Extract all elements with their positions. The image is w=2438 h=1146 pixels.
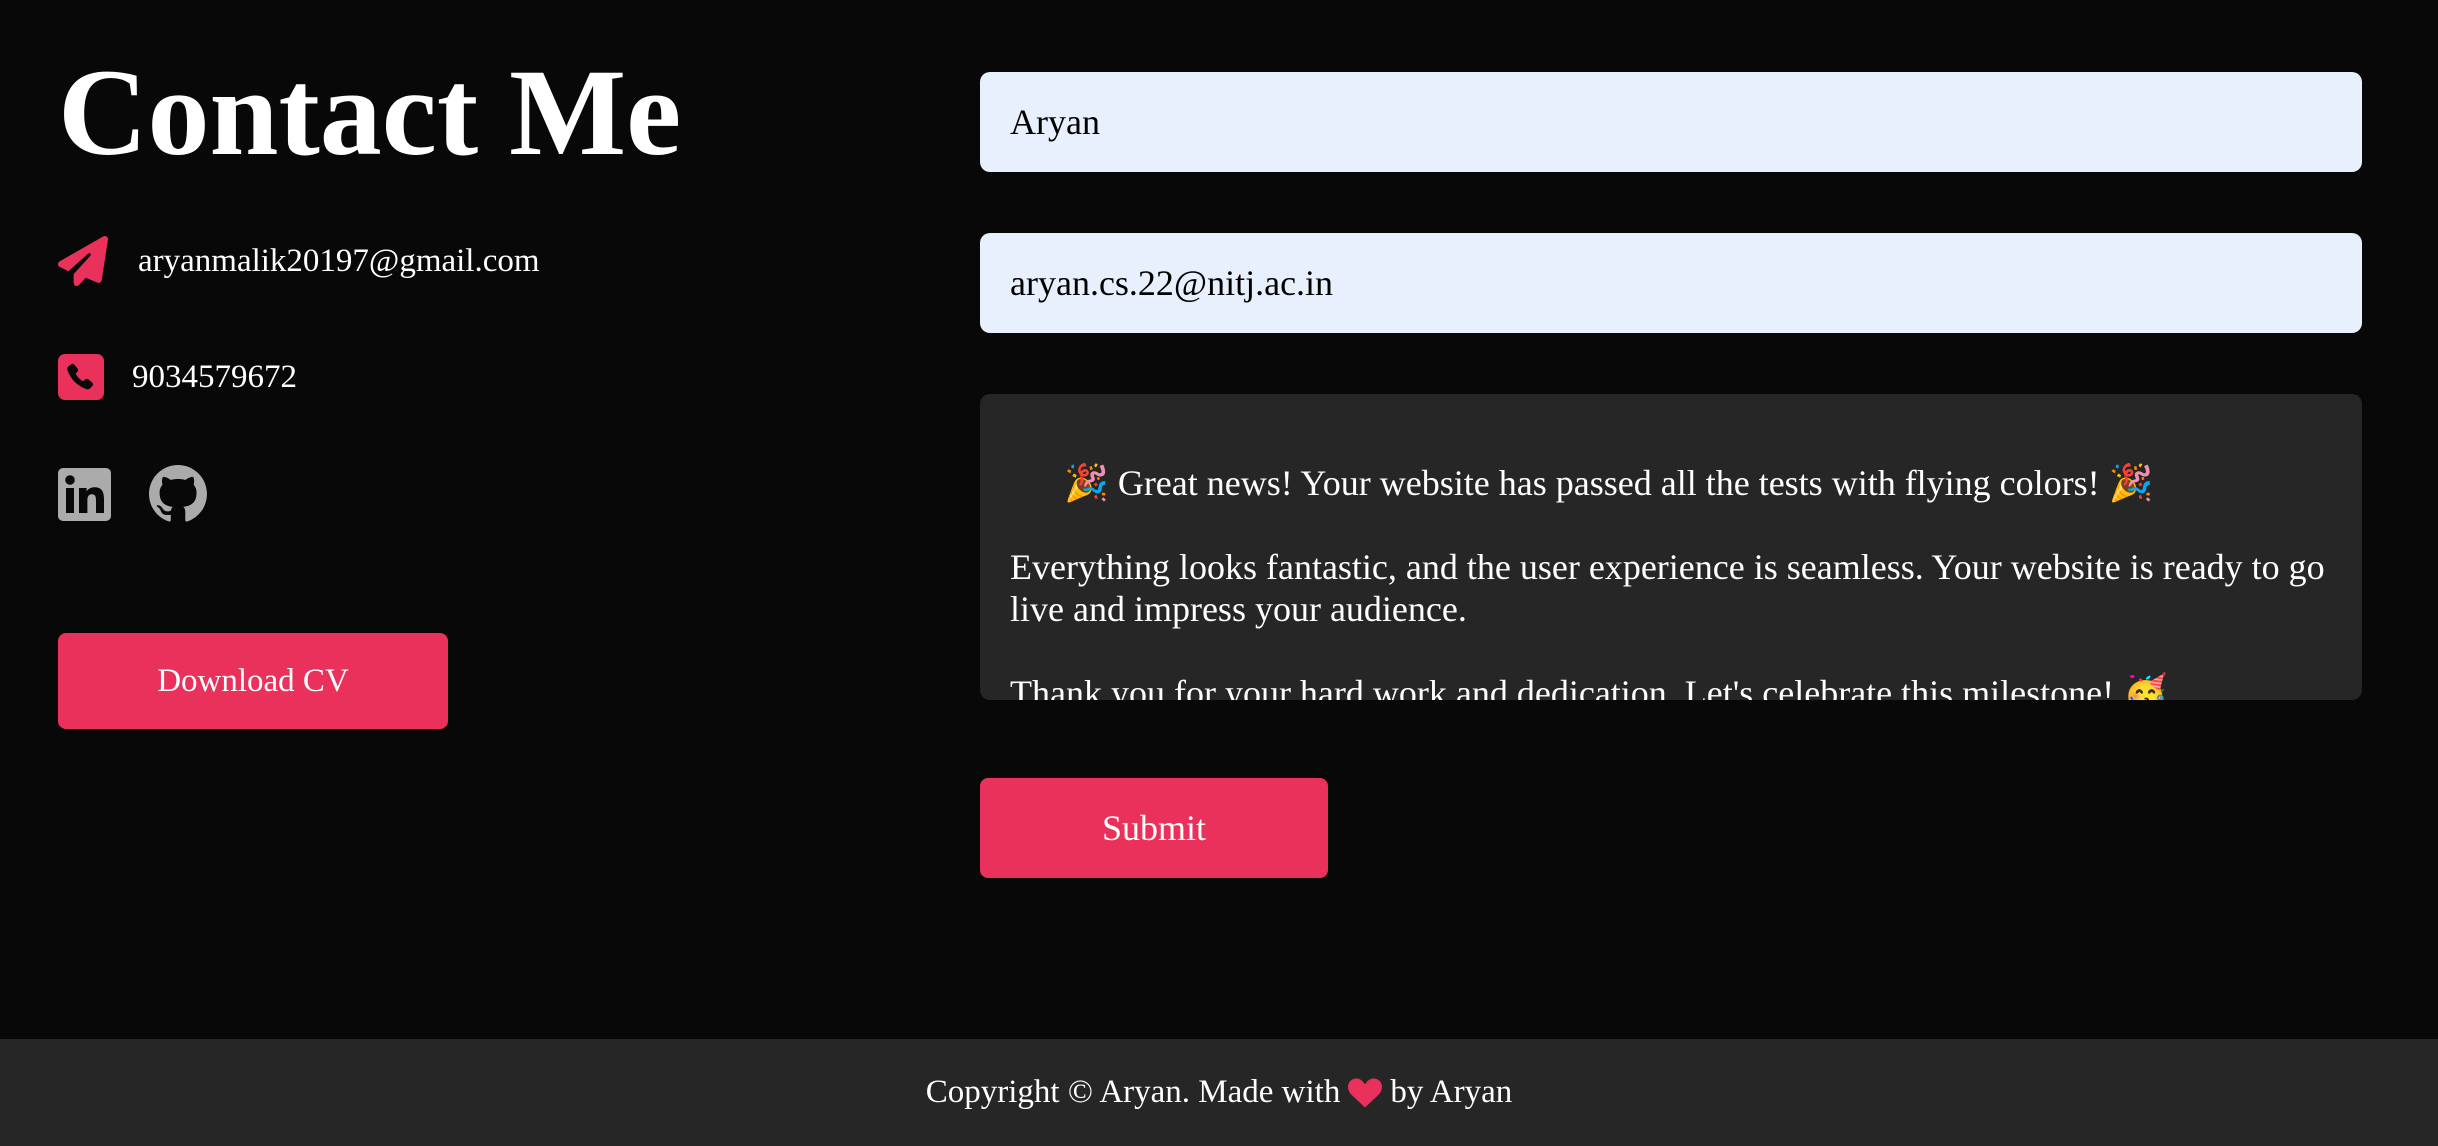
page-title: Contact Me bbox=[58, 44, 682, 181]
phone-contact: 9034579672 bbox=[58, 354, 297, 400]
heart-icon bbox=[1348, 1078, 1383, 1108]
contact-page: Contact Me aryanmalik20197@gmail.com 903… bbox=[0, 0, 2438, 1146]
message-text: 🎉 Great news! Your website has passed al… bbox=[1010, 463, 2325, 700]
email-input[interactable]: aryan.cs.22@nitj.ac.in bbox=[980, 233, 2362, 333]
footer: Copyright © Aryan. Made with by Aryan bbox=[0, 1039, 2438, 1146]
email-text: aryanmalik20197@gmail.com bbox=[138, 242, 540, 279]
github-link[interactable] bbox=[149, 465, 207, 528]
footer-author-text: by Aryan bbox=[1390, 1074, 1513, 1110]
linkedin-icon bbox=[58, 467, 111, 526]
phone-text: 9034579672 bbox=[132, 358, 297, 395]
linkedin-link[interactable] bbox=[58, 467, 111, 526]
phone-square-icon bbox=[58, 354, 104, 400]
footer-copyright-text: Copyright © Aryan. Made with bbox=[925, 1074, 1341, 1110]
download-cv-button[interactable]: Download CV bbox=[58, 633, 448, 729]
message-textarea[interactable]: 🎉 Great news! Your website has passed al… bbox=[980, 394, 2362, 700]
paper-plane-icon bbox=[58, 236, 108, 286]
social-links bbox=[58, 465, 207, 528]
name-input[interactable]: Aryan bbox=[980, 72, 2362, 172]
resize-handle-icon[interactable] bbox=[2346, 684, 2360, 698]
github-icon bbox=[149, 465, 207, 528]
submit-button[interactable]: Submit bbox=[980, 778, 1328, 878]
email-contact: aryanmalik20197@gmail.com bbox=[58, 236, 540, 286]
